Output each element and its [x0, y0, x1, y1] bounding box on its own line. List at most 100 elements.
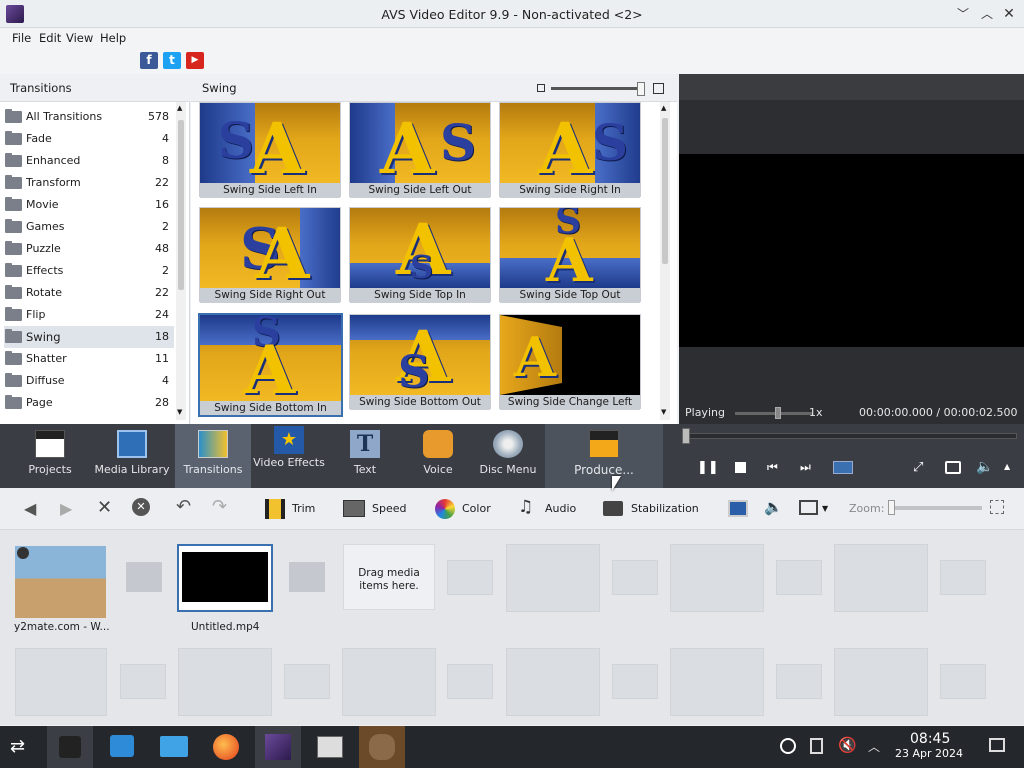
transition-thumb[interactable]: S A Swing Side Right Out	[199, 207, 341, 303]
speed-slider-handle[interactable]	[775, 407, 781, 419]
transition-thumb[interactable]: A S Swing Side Left Out	[349, 102, 491, 198]
audio-button[interactable]: Audio	[545, 500, 576, 518]
color-button[interactable]: Color	[462, 500, 491, 518]
pause-icon[interactable]: ❚❚	[697, 460, 719, 475]
empty-transition-slot[interactable]	[940, 560, 986, 595]
stop-icon[interactable]	[735, 462, 746, 473]
empty-transition-slot[interactable]	[447, 664, 493, 699]
scroll-up-icon[interactable]: ▲	[661, 104, 666, 112]
taskbar-settings[interactable]	[47, 726, 93, 768]
transition-thumb[interactable]: A S Swing Side Bottom Out	[349, 314, 491, 410]
empty-transition-slot[interactable]	[284, 664, 330, 699]
empty-transition-slot[interactable]	[776, 664, 822, 699]
category-item[interactable]: Transform 22	[4, 172, 174, 194]
clock-time[interactable]: 08:45	[910, 731, 950, 747]
empty-clip-slot[interactable]	[670, 544, 764, 612]
large-size-icon[interactable]	[653, 83, 664, 94]
taskbar-store[interactable]	[99, 726, 145, 768]
small-size-icon[interactable]	[537, 84, 545, 92]
transition-thumb[interactable]: A S Swing Side Top In	[349, 207, 491, 303]
empty-clip-slot[interactable]	[834, 544, 928, 612]
empty-transition-slot[interactable]	[612, 560, 658, 595]
category-item[interactable]: Fade 4	[4, 128, 174, 150]
clipboard-icon[interactable]	[810, 738, 823, 754]
back-arrow-icon[interactable]: ◀	[24, 499, 36, 518]
empty-transition-slot[interactable]	[447, 560, 493, 595]
previous-frame-icon[interactable]: ⏮	[767, 460, 778, 475]
app-launcher-icon[interactable]: ⇄	[10, 736, 25, 757]
empty-clip-slot[interactable]	[178, 648, 272, 716]
zoom-slider-handle[interactable]	[888, 500, 895, 515]
empty-clip-slot[interactable]	[15, 648, 107, 716]
facebook-icon[interactable]: f	[140, 52, 158, 69]
empty-clip-slot[interactable]	[670, 648, 764, 716]
transition-slot-icon[interactable]	[126, 562, 162, 592]
transitions-button[interactable]: Transitions	[175, 424, 251, 488]
menu-file[interactable]: File	[10, 31, 33, 45]
next-frame-icon[interactable]: ⏭	[800, 460, 811, 475]
category-item[interactable]: Rotate 22	[4, 282, 174, 304]
seek-bar[interactable]	[685, 433, 1017, 439]
twitter-icon[interactable]: t	[163, 52, 181, 69]
category-item[interactable]: Shatter 11	[4, 348, 174, 370]
undo-icon[interactable]: ↶	[176, 496, 191, 517]
fit-zoom-icon[interactable]	[990, 500, 1004, 514]
voice-button[interactable]: Voice	[400, 424, 476, 488]
transition-thumb[interactable]: A Swing Side Change Left	[499, 314, 641, 410]
overlay-icon[interactable]	[728, 500, 748, 517]
projects-button[interactable]: Projects	[12, 424, 88, 488]
text-button[interactable]: T Text	[327, 424, 403, 488]
clock-date[interactable]: 23 Apr 2024	[895, 747, 963, 760]
empty-clip-slot[interactable]	[342, 648, 436, 716]
split-icon[interactable]	[833, 461, 853, 474]
scrollbar-thumb[interactable]	[178, 120, 184, 290]
empty-clip-slot[interactable]	[834, 648, 928, 716]
taskbar-avs[interactable]	[255, 726, 301, 768]
category-item-selected[interactable]: Swing 18	[4, 326, 174, 348]
transition-thumb[interactable]: S A Swing Side Left In	[199, 102, 341, 198]
mute-icon[interactable]: 🔇	[838, 736, 857, 754]
transition-thumb[interactable]: A S Swing Side Right In	[499, 102, 641, 198]
media-library-button[interactable]: Media Library	[93, 424, 171, 488]
category-item[interactable]: Effects 2	[4, 260, 174, 282]
scrollbar-thumb[interactable]	[662, 118, 668, 264]
drop-zone[interactable]: Drag media items here.	[343, 544, 435, 610]
menu-view[interactable]: View	[64, 31, 95, 45]
empty-clip-slot[interactable]	[506, 648, 600, 716]
delete-icon[interactable]: ✕	[97, 497, 112, 518]
category-item[interactable]: Diffuse 4	[4, 370, 174, 392]
seek-handle[interactable]	[682, 428, 690, 444]
grid-scrollbar[interactable]: ▲ ▼	[660, 102, 670, 420]
thumbnail-size-slider[interactable]	[551, 87, 644, 90]
redo-icon[interactable]: ↷	[212, 496, 227, 517]
maximize-icon[interactable]: ︿	[978, 5, 996, 23]
forward-arrow-icon[interactable]: ▶	[60, 499, 72, 518]
zoom-slider[interactable]	[890, 506, 982, 510]
empty-transition-slot[interactable]	[612, 664, 658, 699]
category-item[interactable]: Puzzle 48	[4, 238, 174, 260]
menu-edit[interactable]: Edit	[37, 31, 63, 45]
tray-expand-icon[interactable]: ︿	[868, 738, 880, 755]
scroll-down-icon[interactable]: ▼	[661, 408, 666, 416]
category-item[interactable]: Enhanced 8	[4, 150, 174, 172]
show-desktop-icon[interactable]	[989, 738, 1005, 752]
taskbar-files[interactable]	[151, 726, 197, 768]
close-icon[interactable]: ✕	[1000, 5, 1018, 23]
empty-transition-slot[interactable]	[940, 664, 986, 699]
category-item[interactable]: All Transitions 578	[4, 106, 174, 128]
menu-help[interactable]: Help	[98, 31, 128, 45]
snapshot-camera-icon[interactable]	[945, 461, 961, 474]
stabilization-button[interactable]: Stabilization	[631, 500, 699, 518]
empty-transition-slot[interactable]	[776, 560, 822, 595]
transition-slot-icon[interactable]	[289, 562, 325, 592]
audio-mixer-icon[interactable]: 🔈	[764, 498, 783, 516]
delete-all-icon[interactable]: ✕	[132, 498, 150, 516]
scroll-up-icon[interactable]: ▲	[177, 104, 182, 112]
volume-expand-icon[interactable]: ▲	[1004, 462, 1010, 471]
clip-selected[interactable]	[177, 544, 273, 612]
category-item[interactable]: Page 28	[4, 392, 174, 414]
speed-button[interactable]: Speed	[372, 500, 406, 518]
empty-transition-slot[interactable]	[120, 664, 166, 699]
disc-menu-button[interactable]: Disc Menu	[470, 424, 546, 488]
network-icon[interactable]	[780, 738, 796, 754]
